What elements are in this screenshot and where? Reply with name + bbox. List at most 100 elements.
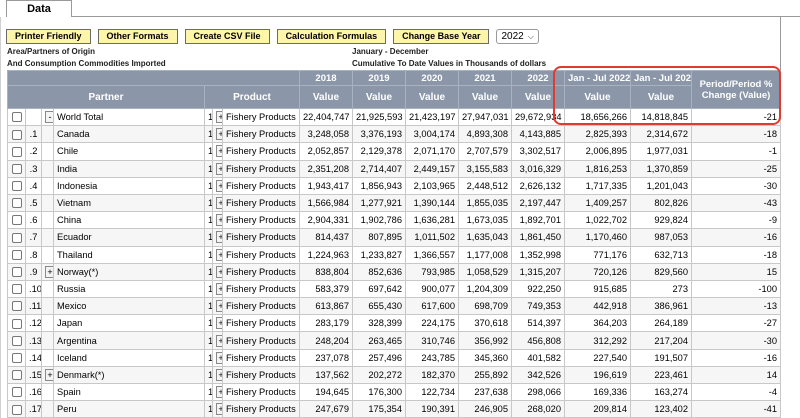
- change-base-year-button[interactable]: Change Base Year: [393, 29, 490, 44]
- expand-icon[interactable]: +: [216, 368, 222, 381]
- row-checkbox-cell: [7, 142, 26, 161]
- partner-name[interactable]: Ecuador: [53, 228, 205, 247]
- row-checkbox[interactable]: [11, 215, 22, 226]
- row-checkbox[interactable]: [11, 163, 22, 174]
- partner-name[interactable]: Canada: [53, 125, 205, 144]
- printer-friendly-button[interactable]: Printer Friendly: [6, 29, 91, 44]
- partner-name[interactable]: Vietnam: [53, 193, 205, 213]
- base-year-select[interactable]: 2022 ⌵: [496, 29, 539, 44]
- product-name[interactable]: Fishery Products: [222, 331, 300, 350]
- value-cell: 749,353: [511, 297, 565, 316]
- value-cell: 632,713: [630, 245, 692, 264]
- partner-name[interactable]: Chile: [53, 142, 205, 161]
- value-cell: 273: [630, 279, 692, 299]
- product-name[interactable]: Fishery Products: [222, 400, 300, 418]
- collapse-icon[interactable]: -: [45, 111, 53, 124]
- product-name[interactable]: Fishery Products: [222, 279, 300, 299]
- change-cell: -43: [691, 193, 781, 213]
- partner-header[interactable]: Partner: [7, 85, 205, 109]
- row-checkbox[interactable]: [11, 318, 22, 329]
- row-checkbox[interactable]: [11, 232, 22, 243]
- value-cell: 1,277,921: [352, 193, 406, 213]
- row-checkbox[interactable]: [11, 112, 22, 123]
- row-checkbox[interactable]: [11, 301, 22, 312]
- partner-name[interactable]: Mexico: [53, 297, 205, 316]
- product-name[interactable]: Fishery Products: [222, 211, 300, 230]
- expand-icon[interactable]: +: [216, 197, 222, 210]
- value-cell: 370,618: [458, 314, 512, 333]
- row-checkbox[interactable]: [11, 352, 22, 363]
- expand-icon[interactable]: +: [216, 317, 222, 330]
- value-cell: 356,992: [458, 331, 512, 350]
- product-name[interactable]: Fishery Products: [222, 297, 300, 316]
- product-name[interactable]: Fishery Products: [222, 142, 300, 161]
- row-checkbox[interactable]: [11, 284, 22, 295]
- product-name[interactable]: Fishery Products: [222, 314, 300, 333]
- value-cell: 915,685: [564, 279, 631, 299]
- partner-name[interactable]: World Total: [53, 107, 205, 127]
- expand-icon[interactable]: +: [45, 265, 53, 278]
- row-checkbox[interactable]: [11, 198, 22, 209]
- row-checkbox[interactable]: [11, 146, 22, 157]
- expand-icon[interactable]: +: [216, 300, 222, 313]
- partner-name[interactable]: Peru: [53, 400, 205, 418]
- row-checkbox[interactable]: [11, 387, 22, 398]
- year-header-2019: 2019: [352, 70, 406, 86]
- other-formats-button[interactable]: Other Formats: [97, 29, 178, 44]
- expand-icon[interactable]: +: [216, 231, 222, 244]
- partner-name[interactable]: India: [53, 159, 205, 178]
- partner-name[interactable]: Iceland: [53, 348, 205, 367]
- row-checkbox[interactable]: [11, 181, 22, 192]
- partner-name[interactable]: Spain: [53, 382, 205, 402]
- row-checkbox[interactable]: [11, 129, 22, 140]
- product-name[interactable]: Fishery Products: [222, 245, 300, 264]
- calculation-formulas-button[interactable]: Calculation Formulas: [276, 29, 387, 44]
- value-cell: 720,126: [564, 262, 631, 281]
- row-checkbox[interactable]: [11, 335, 22, 346]
- product-name[interactable]: Fishery Products: [222, 382, 300, 402]
- expand-icon[interactable]: +: [216, 265, 222, 278]
- expand-icon[interactable]: +: [216, 386, 222, 399]
- table-row: -World Total1+Fishery Products22,404,747…: [7, 107, 781, 127]
- product-name[interactable]: Fishery Products: [222, 107, 300, 127]
- expand-icon[interactable]: +: [216, 111, 222, 124]
- product-name[interactable]: Fishery Products: [222, 193, 300, 213]
- create-csv-button[interactable]: Create CSV File: [184, 29, 270, 44]
- expand-icon[interactable]: +: [216, 145, 222, 158]
- partner-name[interactable]: Argentina: [53, 331, 205, 350]
- row-checkbox[interactable]: [11, 370, 22, 381]
- row-checkbox[interactable]: [11, 267, 22, 278]
- expand-icon[interactable]: +: [216, 282, 222, 295]
- expand-icon[interactable]: +: [216, 179, 222, 192]
- partner-name[interactable]: Indonesia: [53, 176, 205, 195]
- value-cell: 1,717,335: [564, 176, 631, 195]
- product-header[interactable]: Product: [204, 85, 300, 109]
- expand-icon[interactable]: +: [216, 162, 222, 175]
- partner-name[interactable]: China: [53, 211, 205, 230]
- product-name[interactable]: Fishery Products: [222, 176, 300, 195]
- expand-icon[interactable]: +: [216, 214, 222, 227]
- expand-icon[interactable]: +: [216, 334, 222, 347]
- partner-name[interactable]: Japan: [53, 314, 205, 333]
- row-checkbox[interactable]: [11, 249, 22, 260]
- expand-icon[interactable]: +: [216, 351, 222, 364]
- expand-icon[interactable]: +: [216, 128, 222, 141]
- expand-icon[interactable]: +: [216, 248, 222, 261]
- product-name[interactable]: Fishery Products: [222, 159, 300, 178]
- product-index: 1: [204, 365, 213, 385]
- partner-name[interactable]: Russia: [53, 279, 205, 299]
- product-name[interactable]: Fishery Products: [222, 125, 300, 144]
- expand-icon[interactable]: +: [45, 368, 53, 381]
- product-name[interactable]: Fishery Products: [222, 348, 300, 367]
- tab-data[interactable]: Data: [6, 0, 72, 17]
- partner-name[interactable]: Norway(*): [53, 262, 205, 281]
- row-index: .10: [25, 279, 42, 299]
- partner-name[interactable]: Denmark(*): [53, 365, 205, 385]
- product-name[interactable]: Fishery Products: [222, 262, 300, 281]
- product-name[interactable]: Fishery Products: [222, 365, 300, 385]
- row-checkbox[interactable]: [11, 404, 22, 415]
- product-index: 1: [204, 331, 213, 350]
- partner-name[interactable]: Thailand: [53, 245, 205, 264]
- expand-icon[interactable]: +: [216, 403, 222, 416]
- product-name[interactable]: Fishery Products: [222, 228, 300, 247]
